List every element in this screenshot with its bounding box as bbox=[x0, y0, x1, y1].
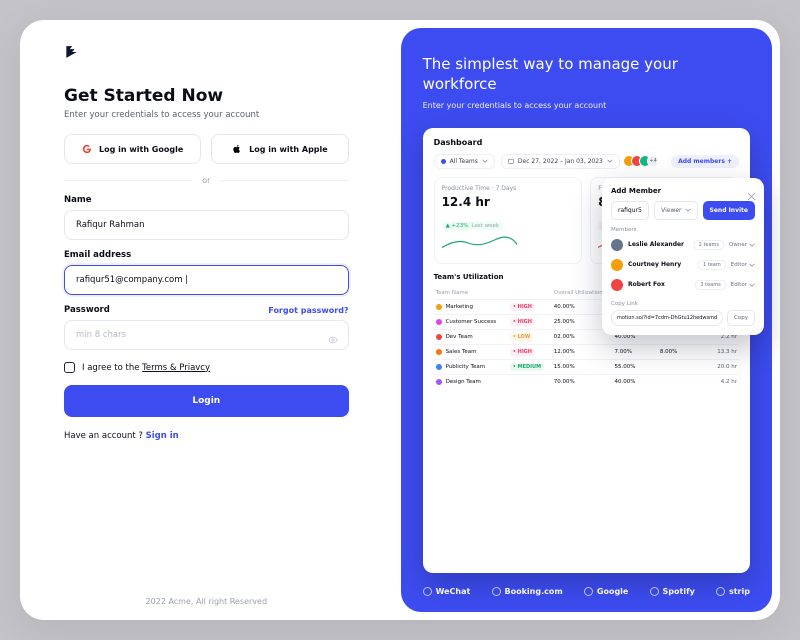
dashboard-title: Dashboard bbox=[434, 138, 739, 147]
copy-link-label: Copy Link bbox=[611, 301, 755, 307]
password-label: Password bbox=[64, 305, 110, 315]
email-field: Email address bbox=[64, 250, 349, 295]
metric-change: ▲ +23% Last week bbox=[442, 222, 503, 230]
brand-logo-item: strip bbox=[716, 587, 750, 596]
google-login-label: Log in with Google bbox=[99, 145, 183, 154]
page-subtitle: Enter your credentials to access your ac… bbox=[64, 110, 349, 120]
promo-panel: The simplest way to manage your workforc… bbox=[401, 28, 772, 612]
member-teams: 2 teams bbox=[694, 240, 724, 250]
chevron-down-icon bbox=[607, 158, 613, 164]
brand-logo bbox=[64, 44, 78, 58]
avatar bbox=[611, 279, 623, 291]
name-field: Name bbox=[64, 195, 349, 240]
promo-sub: Enter your credentials to access your ac… bbox=[423, 101, 750, 110]
divider: or bbox=[64, 176, 349, 185]
add-member-popup: Add Member Viewer Send Invite Members Le… bbox=[602, 178, 764, 335]
metric-title: Productive Time · 7 Days bbox=[442, 185, 575, 192]
table-row: Design Team 70.00%40.00% 4.2 hr bbox=[434, 374, 739, 389]
member-row: Leslie Alexander 2 teams Owner bbox=[611, 235, 755, 255]
password-input[interactable] bbox=[64, 320, 349, 350]
brand-logo-item: Spotify bbox=[650, 587, 695, 596]
metric-value: 12.4 hr bbox=[442, 195, 575, 209]
brand-logo-item: WeChat bbox=[423, 587, 471, 596]
agree-row: I agree to the Terms & Priavcy bbox=[64, 362, 349, 373]
email-input[interactable] bbox=[64, 265, 349, 295]
chevron-down-icon bbox=[482, 158, 488, 164]
signin-link[interactable]: Sign in bbox=[146, 431, 179, 441]
send-invite-button[interactable]: Send Invite bbox=[703, 201, 755, 220]
avatar bbox=[611, 239, 623, 251]
copy-button[interactable]: Copy bbox=[727, 310, 755, 326]
promo-headline: The simplest way to manage your workforc… bbox=[423, 54, 750, 95]
table-row: Publicity Team • MEDIUM 15.00%55.00% 20.… bbox=[434, 359, 739, 374]
dashboard-preview: Dashboard All Teams Dec 27, 2022 – Jan 0… bbox=[423, 128, 750, 574]
brand-logo-item: Google bbox=[584, 587, 628, 596]
avatar bbox=[611, 259, 623, 271]
footer-text: 2022 Acme, All right Reserved bbox=[64, 597, 349, 606]
brand-logos: WeChat Booking.com Google Spotify strip bbox=[423, 587, 750, 596]
terms-link[interactable]: Terms & Priavcy bbox=[142, 363, 210, 373]
sparkline-icon bbox=[442, 234, 517, 252]
google-login-button[interactable]: Log in with Google bbox=[64, 134, 201, 164]
member-teams: 1 team bbox=[698, 260, 726, 270]
signup-panel: Get Started Now Enter your credentials t… bbox=[20, 20, 393, 620]
team-filter[interactable]: All Teams bbox=[434, 154, 495, 169]
agree-checkbox[interactable] bbox=[64, 362, 75, 373]
close-icon[interactable] bbox=[747, 186, 756, 195]
google-icon bbox=[82, 144, 92, 154]
member-row: Robert Fox 3 teams Editor bbox=[611, 275, 755, 295]
member-name: Leslie Alexander bbox=[628, 241, 684, 248]
copy-link-input[interactable] bbox=[611, 310, 723, 326]
login-button[interactable]: Login bbox=[64, 385, 349, 417]
name-input[interactable] bbox=[64, 210, 349, 240]
date-range-filter[interactable]: Dec 27, 2022 – Jan 03, 2023 bbox=[501, 154, 620, 169]
member-role[interactable]: Editor bbox=[731, 262, 755, 268]
invite-role-select[interactable]: Viewer bbox=[654, 201, 697, 220]
name-label: Name bbox=[64, 195, 91, 205]
oauth-row: Log in with Google Log in with Apple bbox=[64, 134, 349, 164]
metric-card: Productive Time · 7 Days 12.4 hr ▲ +23% … bbox=[434, 177, 583, 264]
member-teams: 3 teams bbox=[695, 280, 725, 290]
page-title: Get Started Now bbox=[64, 86, 349, 106]
copy-link-section: Copy Link Copy bbox=[611, 301, 755, 326]
member-role[interactable]: Editor bbox=[731, 282, 755, 288]
member-name: Courtney Henry bbox=[628, 261, 681, 268]
apple-icon bbox=[232, 144, 242, 154]
popup-title: Add Member bbox=[611, 187, 755, 195]
eye-icon[interactable] bbox=[328, 330, 338, 340]
member-avatars: +4 bbox=[627, 155, 659, 167]
app-card: Get Started Now Enter your credentials t… bbox=[20, 20, 780, 620]
chevron-down-icon bbox=[685, 207, 691, 213]
agree-text: I agree to the Terms & Priavcy bbox=[82, 363, 210, 373]
invite-email-input[interactable] bbox=[611, 201, 649, 220]
table-row: Sales Team • HIGH 12.00%7.00%8.00% 13.3 … bbox=[434, 344, 739, 359]
have-account: Have an account ? Sign in bbox=[64, 431, 349, 441]
members-label: Members bbox=[611, 227, 755, 233]
email-label: Email address bbox=[64, 250, 131, 260]
apple-login-label: Log in with Apple bbox=[249, 145, 328, 154]
add-members-button[interactable]: Add members + bbox=[671, 155, 739, 168]
forgot-password-link[interactable]: Forgot password? bbox=[268, 306, 348, 315]
apple-login-button[interactable]: Log in with Apple bbox=[211, 134, 348, 164]
calendar-icon bbox=[508, 158, 514, 164]
member-row: Courtney Henry 1 team Editor bbox=[611, 255, 755, 275]
brand-logo-item: Booking.com bbox=[492, 587, 563, 596]
member-name: Robert Fox bbox=[628, 281, 665, 288]
password-field: Password Forgot password? bbox=[64, 305, 349, 350]
dashboard-filters: All Teams Dec 27, 2022 – Jan 03, 2023 +4… bbox=[434, 154, 739, 169]
member-role[interactable]: Owner bbox=[729, 242, 755, 248]
